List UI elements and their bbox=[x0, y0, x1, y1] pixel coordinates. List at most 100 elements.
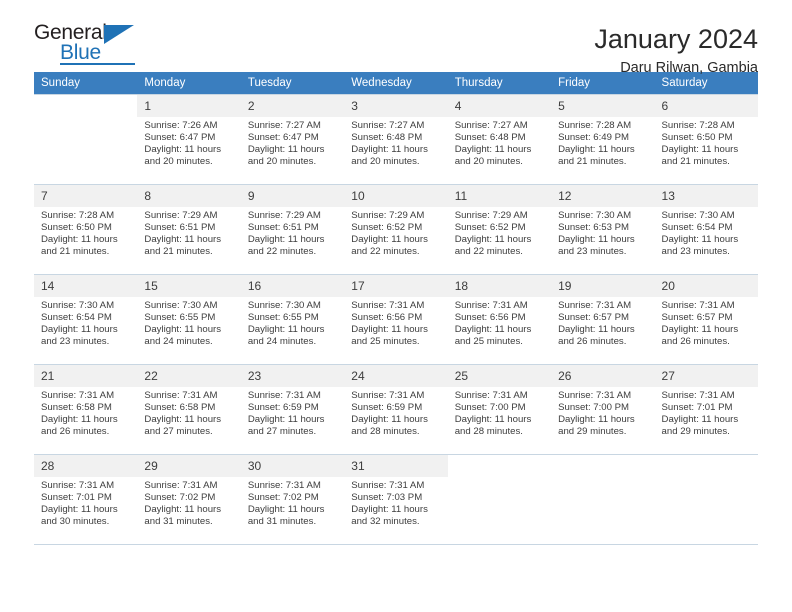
day-number: 2 bbox=[240, 95, 345, 117]
day-detail-line: Daylight: 11 hours bbox=[144, 324, 222, 336]
day-detail-line: Sunset: 6:54 PM bbox=[41, 312, 112, 324]
calendar-day-cell[interactable]: 23 Sunrise: 7:31 AM Sunset: 6:59 PM Dayligh… bbox=[240, 364, 345, 455]
day-number: 12 bbox=[551, 185, 655, 207]
day-detail-line: Sunset: 6:54 PM bbox=[661, 222, 733, 234]
day-detail-line: Sunset: 6:52 PM bbox=[454, 222, 526, 234]
day-detail-line: and 23 minutes. bbox=[558, 246, 627, 258]
calendar-day-cell-empty bbox=[551, 454, 655, 545]
day-detail-line: Daylight: 11 hours bbox=[558, 414, 635, 426]
day-detail-line: Sunset: 6:59 PM bbox=[351, 402, 423, 414]
day-cell-inner: 15 Sunrise: 7:30 AM Sunset: 6:55 PM Dayligh… bbox=[137, 275, 241, 364]
day-detail-line: Daylight: 11 hours bbox=[247, 504, 325, 516]
calendar-day-cell[interactable]: 1 Sunrise: 7:26 AM Sunset: 6:47 PM Daylight… bbox=[137, 94, 241, 185]
calendar-day-cell[interactable]: 15 Sunrise: 7:30 AM Sunset: 6:55 PM Dayligh… bbox=[137, 274, 241, 365]
logo-text-blue: Blue bbox=[60, 41, 101, 64]
day-detail-line: Sunrise: 7:31 AM bbox=[144, 390, 218, 401]
day-detail-line: Sunrise: 7:31 AM bbox=[144, 480, 218, 491]
day-detail-line: Sunrise: 7:30 AM bbox=[558, 210, 632, 221]
day-detail-line: Sunset: 6:51 PM bbox=[247, 222, 319, 234]
calendar-day-cell[interactable]: 5 Sunrise: 7:28 AM Sunset: 6:49 PM Daylight… bbox=[551, 94, 655, 185]
calendar-day-cell[interactable]: 3 Sunrise: 7:27 AM Sunset: 6:48 PM Daylight… bbox=[344, 94, 448, 185]
day-cell-inner: 14 Sunrise: 7:30 AM Sunset: 6:54 PM Dayligh… bbox=[34, 275, 138, 364]
day-cell-inner: 2 Sunrise: 7:27 AM Sunset: 6:47 PM Daylight… bbox=[240, 95, 345, 184]
day-detail-line: Daylight: 11 hours bbox=[41, 414, 118, 426]
calendar-week-row: 1 Sunrise: 7:26 AM Sunset: 6:47 PM Daylight… bbox=[34, 94, 758, 185]
day-number bbox=[34, 95, 137, 117]
title-block: January 2024 Daru Rilwan, Gambia bbox=[594, 22, 758, 78]
calendar-day-cell[interactable]: 12 Sunrise: 7:30 AM Sunset: 6:53 PM Dayligh… bbox=[551, 184, 655, 275]
calendar-day-cell[interactable]: 31 Sunrise: 7:31 AM Sunset: 7:03 PM Dayligh… bbox=[344, 454, 448, 545]
calendar-day-cell[interactable]: 2 Sunrise: 7:27 AM Sunset: 6:47 PM Daylight… bbox=[240, 94, 345, 185]
calendar-day-cell[interactable]: 24 Sunrise: 7:31 AM Sunset: 6:59 PM Dayligh… bbox=[344, 364, 448, 455]
calendar-day-cell[interactable]: 26 Sunrise: 7:31 AM Sunset: 7:00 PM Dayligh… bbox=[551, 364, 655, 455]
calendar-day-cell[interactable]: 22 Sunrise: 7:31 AM Sunset: 6:58 PM Dayligh… bbox=[137, 364, 241, 455]
day-detail-lines: Sunrise: 7:28 AM Sunset: 6:49 PM Daylight:… bbox=[551, 117, 654, 168]
day-detail-line: and 22 minutes. bbox=[454, 246, 523, 258]
day-detail-line: Sunset: 7:03 PM bbox=[351, 492, 423, 504]
day-detail-line: and 20 minutes. bbox=[351, 156, 420, 168]
day-detail-lines: Sunrise: 7:29 AM Sunset: 6:51 PM Daylight:… bbox=[241, 207, 344, 258]
day-cell-inner: 5 Sunrise: 7:28 AM Sunset: 6:49 PM Daylight… bbox=[551, 95, 655, 184]
calendar-day-cell[interactable]: 14 Sunrise: 7:30 AM Sunset: 6:54 PM Dayligh… bbox=[34, 274, 138, 365]
day-detail-line: Sunrise: 7:31 AM bbox=[351, 480, 425, 491]
calendar-day-cell[interactable]: 30 Sunrise: 7:31 AM Sunset: 7:02 PM Dayligh… bbox=[240, 454, 345, 545]
day-detail-lines: Sunrise: 7:30 AM Sunset: 6:54 PM Daylight:… bbox=[34, 297, 137, 348]
calendar-day-cell[interactable]: 16 Sunrise: 7:30 AM Sunset: 6:55 PM Dayligh… bbox=[240, 274, 345, 365]
day-number bbox=[448, 455, 551, 477]
weekday-header-tuesday: Tuesday bbox=[240, 72, 345, 95]
day-detail-line: Sunset: 7:01 PM bbox=[41, 492, 112, 504]
calendar-day-cell[interactable]: 19 Sunrise: 7:31 AM Sunset: 6:57 PM Dayligh… bbox=[551, 274, 655, 365]
calendar-day-cell[interactable]: 17 Sunrise: 7:31 AM Sunset: 6:56 PM Dayligh… bbox=[344, 274, 448, 365]
day-detail-line: Daylight: 11 hours bbox=[558, 234, 635, 246]
calendar-day-cell[interactable]: 7 Sunrise: 7:28 AM Sunset: 6:50 PM Daylight… bbox=[34, 184, 138, 275]
day-detail-line: and 21 minutes. bbox=[144, 246, 213, 258]
calendar-day-cell[interactable]: 18 Sunrise: 7:31 AM Sunset: 6:56 PM Dayligh… bbox=[447, 274, 552, 365]
calendar-day-cell[interactable]: 28 Sunrise: 7:31 AM Sunset: 7:01 PM Dayligh… bbox=[34, 454, 138, 545]
day-number: 27 bbox=[654, 365, 758, 387]
day-detail-lines bbox=[448, 477, 551, 480]
day-detail-lines: Sunrise: 7:29 AM Sunset: 6:52 PM Daylight:… bbox=[448, 207, 551, 258]
day-cell-inner: 18 Sunrise: 7:31 AM Sunset: 6:56 PM Dayligh… bbox=[447, 275, 552, 364]
day-cell-inner: 30 Sunrise: 7:31 AM Sunset: 7:02 PM Dayligh… bbox=[240, 455, 345, 544]
day-detail-line: Daylight: 11 hours bbox=[144, 144, 222, 156]
calendar-week-row: 14 Sunrise: 7:30 AM Sunset: 6:54 PM Dayligh… bbox=[34, 274, 758, 365]
day-detail-line: and 27 minutes. bbox=[247, 426, 317, 438]
calendar-day-cell[interactable]: 10 Sunrise: 7:29 AM Sunset: 6:52 PM Dayligh… bbox=[344, 184, 448, 275]
calendar-day-cell[interactable]: 11 Sunrise: 7:29 AM Sunset: 6:52 PM Dayligh… bbox=[447, 184, 552, 275]
day-number: 17 bbox=[344, 275, 448, 297]
day-detail-lines: Sunrise: 7:31 AM Sunset: 7:02 PM Daylight:… bbox=[241, 477, 344, 528]
day-detail-line: Sunrise: 7:30 AM bbox=[144, 300, 218, 311]
day-cell-inner bbox=[448, 455, 551, 544]
calendar-day-cell[interactable]: 25 Sunrise: 7:31 AM Sunset: 7:00 PM Dayligh… bbox=[447, 364, 552, 455]
day-number: 14 bbox=[34, 275, 138, 297]
day-number: 8 bbox=[137, 185, 241, 207]
day-number: 15 bbox=[137, 275, 241, 297]
day-number: 21 bbox=[34, 365, 138, 387]
day-detail-line: Daylight: 11 hours bbox=[247, 234, 325, 246]
calendar-day-cell[interactable]: 29 Sunrise: 7:31 AM Sunset: 7:02 PM Dayligh… bbox=[137, 454, 241, 545]
calendar-day-cell[interactable]: 6 Sunrise: 7:28 AM Sunset: 6:50 PM Daylight… bbox=[654, 94, 758, 185]
day-detail-line: Sunrise: 7:31 AM bbox=[454, 390, 528, 401]
day-cell-inner: 4 Sunrise: 7:27 AM Sunset: 6:48 PM Daylight… bbox=[447, 95, 552, 184]
day-cell-inner: 29 Sunrise: 7:31 AM Sunset: 7:02 PM Dayligh… bbox=[137, 455, 241, 544]
calendar-day-cell[interactable]: 27 Sunrise: 7:31 AM Sunset: 7:01 PM Dayligh… bbox=[654, 364, 758, 455]
day-detail-line: Daylight: 11 hours bbox=[351, 324, 428, 336]
day-detail-line: and 24 minutes. bbox=[144, 336, 213, 348]
day-detail-line: Daylight: 11 hours bbox=[41, 234, 118, 246]
logo-text-general: General bbox=[34, 21, 107, 44]
calendar-day-cell[interactable]: 13 Sunrise: 7:30 AM Sunset: 6:54 PM Dayligh… bbox=[654, 184, 758, 275]
day-cell-inner: 19 Sunrise: 7:31 AM Sunset: 6:57 PM Dayligh… bbox=[551, 275, 655, 364]
general-blue-logo: General Blue bbox=[34, 22, 138, 66]
day-cell-inner: 31 Sunrise: 7:31 AM Sunset: 7:03 PM Dayligh… bbox=[344, 455, 448, 544]
calendar-day-cell[interactable]: 4 Sunrise: 7:27 AM Sunset: 6:48 PM Daylight… bbox=[447, 94, 552, 185]
blue-triangle-icon bbox=[104, 25, 134, 44]
calendar-day-cell[interactable]: 9 Sunrise: 7:29 AM Sunset: 6:51 PM Daylight… bbox=[240, 184, 345, 275]
day-detail-lines: Sunrise: 7:31 AM Sunset: 6:59 PM Daylight:… bbox=[241, 387, 344, 438]
calendar-day-cell[interactable]: 20 Sunrise: 7:31 AM Sunset: 6:57 PM Dayligh… bbox=[654, 274, 758, 365]
day-number: 22 bbox=[137, 365, 241, 387]
calendar-day-cell[interactable]: 21 Sunrise: 7:31 AM Sunset: 6:58 PM Dayligh… bbox=[34, 364, 138, 455]
calendar-day-cell[interactable]: 8 Sunrise: 7:29 AM Sunset: 6:51 PM Daylight… bbox=[137, 184, 241, 275]
day-detail-lines bbox=[655, 477, 758, 480]
day-detail-line: Daylight: 11 hours bbox=[144, 234, 222, 246]
day-detail-lines: Sunrise: 7:31 AM Sunset: 6:57 PM Daylight:… bbox=[551, 297, 654, 348]
